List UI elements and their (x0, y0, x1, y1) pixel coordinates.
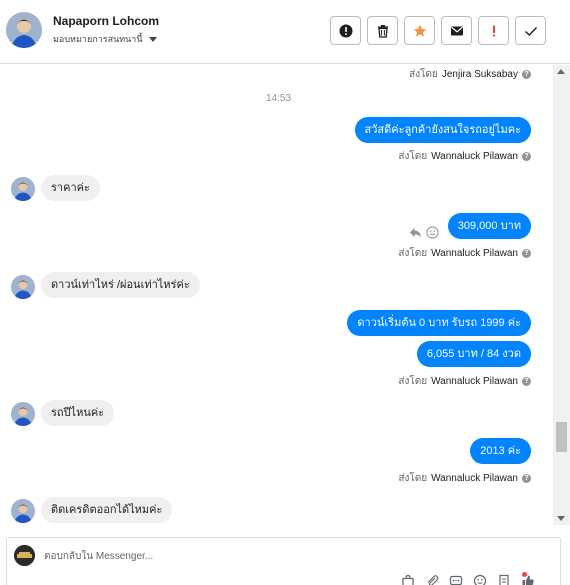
outgoing-message[interactable]: ดาวน์เริ่มต้น 0 บาท รับรถ 1999 ค่ะ (347, 310, 531, 336)
incoming-message[interactable]: ติดเครดิตออกได้ไหมค่ะ (41, 497, 173, 523)
mail-icon (450, 26, 463, 35)
incoming-message[interactable]: ดาวน์เท่าไหร่ /ผ่อนเท่าไหร่ค่ะ (41, 272, 200, 298)
alert-circle-icon (339, 24, 352, 37)
star-button[interactable] (404, 16, 435, 45)
customer-avatar-small (11, 499, 35, 523)
incoming-message[interactable]: ราคาค่ะ (41, 175, 100, 201)
mark-done-button[interactable] (515, 16, 546, 45)
scroll-up-arrow-icon[interactable] (557, 69, 565, 74)
check-icon (524, 26, 537, 36)
important-button[interactable] (478, 16, 509, 45)
customer-avatar-small (11, 402, 35, 426)
receipt-icon[interactable] (497, 574, 511, 585)
customer-avatar-small (11, 275, 35, 299)
reply-icon[interactable] (409, 226, 422, 239)
spam-button[interactable] (330, 16, 361, 45)
sent-by-label: ส่งโดย Jenjira Suksabay? (409, 67, 531, 82)
sent-by-label: ส่งโดย Wannaluck Pilawan? (398, 471, 531, 486)
header-actions (330, 16, 546, 45)
assign-label: มอบหมายการสนทนานี้ (53, 34, 143, 44)
chevron-down-icon (148, 36, 157, 42)
help-icon[interactable]: ? (522, 249, 531, 258)
delete-button[interactable] (367, 16, 398, 45)
emoji-icon[interactable] (473, 574, 487, 585)
notification-dot (522, 572, 527, 577)
help-icon[interactable]: ? (522, 70, 531, 79)
emoji-icon[interactable] (426, 226, 439, 239)
message-thread: ส่งโดย Jenjira Suksabay? 14:53 สวัสดีค่ะล… (0, 65, 552, 525)
scrollbar-thumb[interactable] (556, 422, 567, 452)
trash-icon (377, 24, 388, 38)
star-icon (413, 24, 426, 37)
outgoing-message[interactable]: 6,055 บาท / 84 งวด (416, 341, 531, 367)
reply-composer (6, 537, 561, 585)
scroll-down-arrow-icon[interactable] (557, 516, 565, 521)
incoming-message[interactable]: รถปีไหนค่ะ (41, 400, 115, 426)
reply-input[interactable] (44, 548, 444, 564)
conversation-header: Napaporn Lohcom มอบหมายการสนทนานี้ (0, 0, 570, 64)
thread-scrollbar[interactable] (553, 65, 570, 525)
page-avatar (14, 545, 35, 566)
outgoing-message[interactable]: 309,000 บาท (447, 213, 531, 239)
help-icon[interactable]: ? (522, 377, 531, 386)
attachment-icon[interactable] (425, 574, 439, 585)
customer-avatar-small (11, 177, 35, 201)
outgoing-message[interactable]: 2013 ค่ะ (470, 438, 531, 464)
mark-unread-button[interactable] (441, 16, 472, 45)
sent-by-label: ส่งโดย Wannaluck Pilawan? (398, 374, 531, 389)
outgoing-message[interactable]: สวัสดีค่ะลูกค้ายังสนใจรถอยู่ไมคะ (354, 117, 531, 143)
assign-conversation-dropdown[interactable]: มอบหมายการสนทนานี้ (53, 32, 157, 46)
saved-replies-icon[interactable] (449, 574, 463, 585)
shopping-bag-icon[interactable] (401, 574, 415, 585)
timestamp: 14:53 (265, 93, 292, 104)
customer-avatar[interactable] (6, 12, 42, 48)
customer-name[interactable]: Napaporn Lohcom (53, 14, 159, 28)
composer-toolbar (401, 574, 535, 585)
help-icon[interactable]: ? (522, 474, 531, 483)
message-tools (409, 226, 439, 239)
sent-by-label: ส่งโดย Wannaluck Pilawan? (398, 149, 531, 164)
help-icon[interactable]: ? (522, 152, 531, 161)
exclamation-icon (492, 25, 495, 36)
sent-by-label: ส่งโดย Wannaluck Pilawan? (398, 246, 531, 261)
